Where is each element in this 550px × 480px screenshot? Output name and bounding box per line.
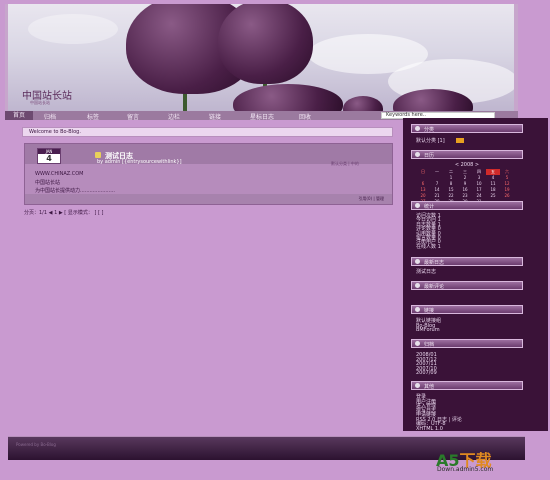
widget-categories-item[interactable]: 默认分类 [1] <box>416 139 445 144</box>
post-body-line: 为中国站长提供动力...................... <box>35 188 115 194</box>
nav-home[interactable]: 首页 <box>5 111 33 120</box>
widget-icon <box>415 307 420 312</box>
post-author-line: by admin [{entrysourcewithlink}] <box>97 159 182 165</box>
widget-icon <box>415 283 420 288</box>
header-banner: 中国站长站 中国站长站 <box>8 4 514 111</box>
widget-icon <box>415 152 420 157</box>
widget-icon <box>415 203 420 208</box>
widget-icon <box>415 259 420 264</box>
link-item[interactable]: BMForum <box>416 328 440 333</box>
post-author[interactable]: admin <box>105 159 121 165</box>
rss-icon[interactable] <box>456 138 464 143</box>
archive-item[interactable]: 2007/09 <box>416 371 437 376</box>
widget-title-calendar[interactable]: 日历 <box>411 150 523 159</box>
calendar-head[interactable]: < 2008 > <box>416 162 518 169</box>
stats-item[interactable]: 在线人数 1 <box>416 244 441 250</box>
widget-title-stats[interactable]: 统计 <box>411 201 523 210</box>
footer-divider <box>8 436 525 437</box>
page: 中国站长站 中国站长站 首页 归档 标签 留言 边栏 链接 星标日志 回收 Ke… <box>0 0 550 480</box>
post-body-line: WWW.CHINAZ.COM <box>35 171 84 177</box>
post-date: JAN 4 <box>37 148 61 164</box>
widget-title-recent-comments[interactable]: 最新评论 <box>411 281 523 290</box>
nav-item-archive[interactable]: 归档 <box>44 112 56 121</box>
nav-item-starred[interactable]: 星标日志 <box>250 112 274 121</box>
post-footer-links[interactable]: 引用(0) | 管理 <box>358 196 384 202</box>
post-card: JAN 4 测试日志 by admin [{entrysourcewithlin… <box>24 143 393 205</box>
widget-title-misc[interactable]: 其他 <box>411 381 523 390</box>
post-body-line: 中国站长站 <box>35 180 61 186</box>
pagination[interactable]: 分页：1/1 ◀ 1 ▶ [ 显示模式： ] [ ] <box>24 209 103 216</box>
widget-title-categories[interactable]: 分类 <box>411 124 523 133</box>
watermark-url: Down.admin5.com <box>437 466 494 473</box>
post-author-extra: [{entrysourcewithlink}] <box>122 159 182 165</box>
post-author-prefix: by <box>97 159 104 165</box>
post-day: 4 <box>46 154 52 163</box>
site-subtitle: 中国站长站 <box>30 100 50 105</box>
widget-title-archive[interactable]: 归档 <box>411 339 523 348</box>
nav-item-sidebar[interactable]: 边栏 <box>168 112 180 121</box>
post-header: JAN 4 测试日志 by admin [{entrysourcewithlin… <box>25 144 392 167</box>
post-meta[interactable]: 默认分类 | 中的 <box>331 161 359 167</box>
widget-title-links[interactable]: 链接 <box>411 305 523 314</box>
widget-icon <box>415 341 420 346</box>
post-footer: 引用(0) | 管理 <box>25 194 392 204</box>
nav-item-guestbook[interactable]: 留言 <box>127 112 139 121</box>
post-category-icon <box>95 152 101 158</box>
calendar: < 2008 > 日 一 二 三 四 五 六 1 2 3 4 5 6 7 8 9 10 11 12 13… <box>416 162 518 205</box>
welcome-bar: Welcome to Bo-Blog. <box>22 127 393 137</box>
nav-item-recycle[interactable]: 回收 <box>299 112 311 121</box>
widget-title-recent-posts[interactable]: 最新日志 <box>411 257 523 266</box>
misc-item[interactable]: XHTML 1.0 <box>416 426 443 432</box>
footer-text: Powered by Bo-Blog <box>16 442 56 447</box>
widget-icon <box>415 383 420 388</box>
recent-post-item[interactable]: 测试日志 <box>416 270 436 275</box>
widget-icon <box>415 126 420 131</box>
nav-item-links[interactable]: 链接 <box>209 112 221 121</box>
nav-item-tags[interactable]: 标签 <box>87 112 99 121</box>
